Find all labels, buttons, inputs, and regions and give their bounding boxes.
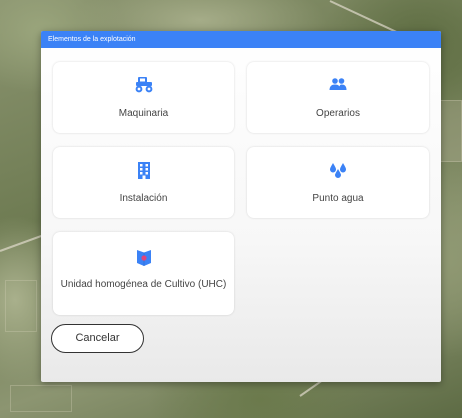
punto-agua-button[interactable]: Punto agua — [247, 147, 429, 218]
map-field — [5, 280, 37, 332]
map-field — [10, 385, 72, 412]
operarios-button[interactable]: Operarios — [247, 62, 429, 133]
tractor-icon — [53, 77, 234, 93]
maquinaria-button[interactable]: Maquinaria — [53, 62, 234, 133]
cancel-button[interactable]: Cancelar — [51, 324, 144, 353]
uhc-label: Unidad homogénea de Cultivo (UHC) — [60, 279, 227, 290]
punto-agua-label: Punto agua — [312, 193, 364, 204]
maquinaria-label: Maquinaria — [118, 108, 169, 119]
farm-elements-dialog: Elementos de la explotación Maquinaria O… — [41, 31, 441, 382]
operarios-label: Operarios — [316, 108, 360, 119]
instalacion-label: Instalación — [119, 193, 168, 204]
people-icon — [247, 77, 429, 91]
building-icon — [53, 162, 234, 179]
water-drops-icon — [247, 162, 429, 178]
dialog-title: Elementos de la explotación — [41, 31, 441, 48]
instalacion-button[interactable]: Instalación — [53, 147, 234, 218]
map-field — [440, 100, 462, 162]
uhc-button[interactable]: Unidad homogénea de Cultivo (UHC) — [53, 232, 234, 315]
parcel-map-icon — [53, 249, 234, 267]
